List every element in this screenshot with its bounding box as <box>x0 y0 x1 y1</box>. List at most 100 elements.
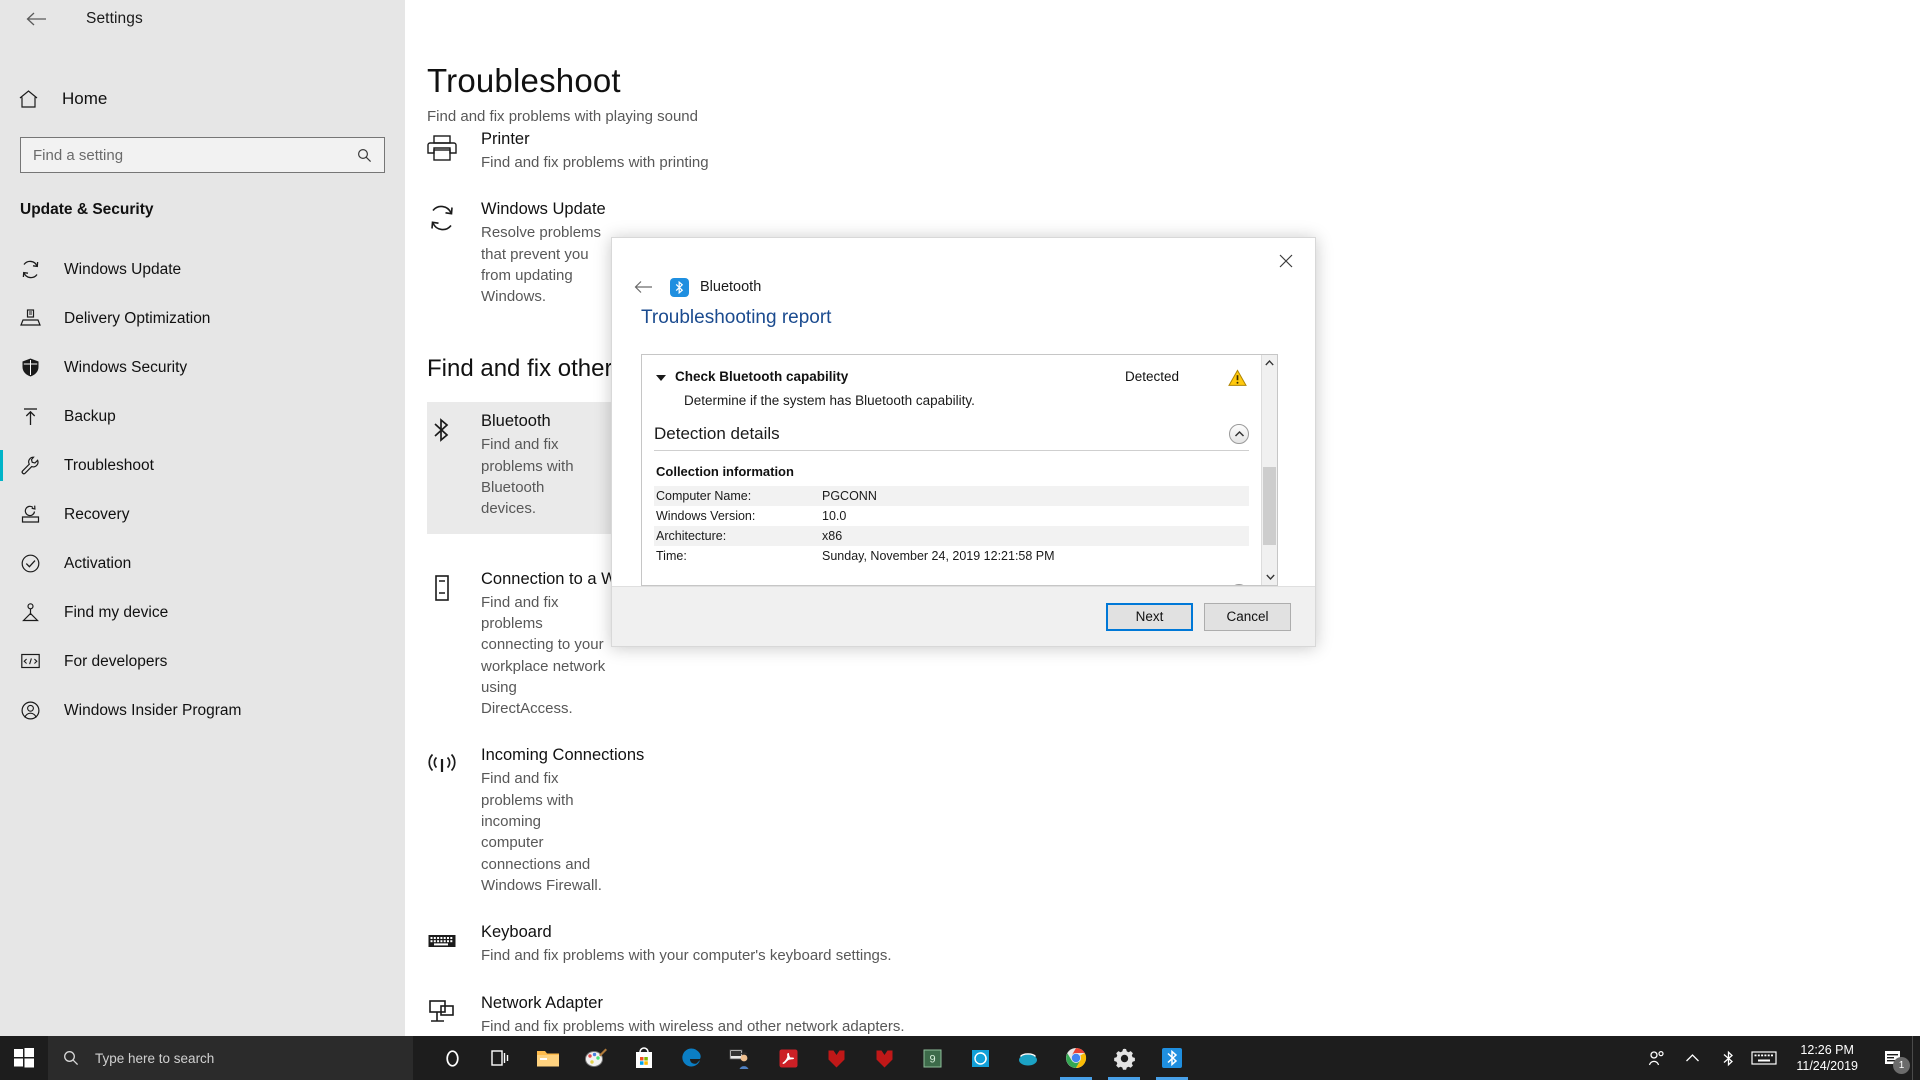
troubleshooter-name: Incoming Connections <box>481 746 645 765</box>
sidebar-item-label: For developers <box>64 652 168 670</box>
troubleshooter-name: Printer <box>481 130 530 148</box>
people-icon[interactable] <box>1638 1036 1674 1080</box>
green-nine-icon[interactable]: 9 <box>908 1036 956 1080</box>
start-button[interactable] <box>0 1036 48 1080</box>
acrobat-icon[interactable] <box>764 1036 812 1080</box>
svg-text:9: 9 <box>929 1053 935 1065</box>
sidebar-item-find-my-device[interactable]: Find my device <box>0 588 405 637</box>
clock-time: 12:26 PM <box>1800 1043 1854 1057</box>
troubleshooter-item-network-adapter[interactable]: Network Adapter Find and fix problems wi… <box>427 994 1187 1036</box>
table-row: Windows Version: 10.0 <box>654 506 1249 526</box>
chevron-up-icon[interactable] <box>1674 1036 1710 1080</box>
back-arrow-icon[interactable] <box>14 2 58 36</box>
blue-swirl-icon[interactable] <box>956 1036 1004 1080</box>
broadcast-icon <box>427 746 481 896</box>
mcafee-icon[interactable] <box>812 1036 860 1080</box>
troubleshooter-desc: Find and fix problems with printing <box>481 154 709 171</box>
task-view-icon[interactable] <box>476 1036 524 1080</box>
troubleshooter-item-bluetooth[interactable]: Bluetooth Find and fix problems with Blu… <box>427 402 619 534</box>
teal-app-icon[interactable] <box>1004 1036 1052 1080</box>
sidebar-item-home[interactable]: Home <box>0 78 405 120</box>
detection-details-header[interactable]: Detection details <box>654 424 1249 451</box>
bluetooth-tray-icon[interactable] <box>1710 1036 1746 1080</box>
check-row[interactable]: Check Bluetooth capability Detected <box>654 369 1249 387</box>
sidebar-item-label: Activation <box>64 554 132 572</box>
sidebar-item-delivery-optimization[interactable]: Delivery Optimization <box>0 294 405 343</box>
sidebar-item-for-developers[interactable]: For developers <box>0 637 405 686</box>
bluetooth-icon <box>670 277 689 297</box>
row-key: Windows Version: <box>656 509 756 523</box>
clock-date: 11/24/2019 <box>1796 1059 1858 1073</box>
troubleshooter-name: Windows Update <box>481 200 606 219</box>
scroll-up-arrow-icon[interactable] <box>1262 355 1277 371</box>
sidebar-item-label: Find my device <box>64 603 169 621</box>
troubleshooter-desc: Find and fix problems connecting to your… <box>481 593 606 718</box>
dialog-body: Troubleshooting report Check Bluetooth c… <box>612 296 1315 586</box>
sidebar-item-label: Backup <box>64 407 116 425</box>
mcafee-icon-2[interactable] <box>860 1036 908 1080</box>
sidebar-item-windows-update[interactable]: Windows Update <box>0 245 405 294</box>
search-icon[interactable] <box>357 148 384 163</box>
sidebar-item-windows-security[interactable]: Windows Security <box>0 343 405 392</box>
row-key: Time: <box>656 549 687 563</box>
sidebar-item-activation[interactable]: Activation <box>0 539 405 588</box>
taskbar-search[interactable]: Type here to search <box>48 1036 413 1080</box>
window-title: Settings <box>86 10 143 27</box>
troubleshooter-item-keyboard[interactable]: Keyboard Find and fix problems with your… <box>427 923 1187 966</box>
scrollbar-thumb[interactable] <box>1263 467 1276 545</box>
printer-icon <box>427 130 481 173</box>
wrench-icon <box>20 455 58 476</box>
dialog-app-name: Bluetooth <box>700 279 762 295</box>
table-row: Architecture: x86 <box>654 526 1249 546</box>
row-value: x86 <box>820 526 1249 546</box>
title-bar: Settings <box>0 0 405 38</box>
chevron-down-icon[interactable] <box>1229 584 1249 585</box>
bluetooth-taskbar-icon[interactable] <box>1148 1036 1196 1080</box>
cancel-button[interactable]: Cancel <box>1204 602 1291 631</box>
publisher-details-header[interactable]: Publisher details <box>654 584 1249 585</box>
cortana-icon[interactable] <box>428 1036 476 1080</box>
taskbar: Type here to search 9 12:26 PM 11/24/201… <box>0 1036 1920 1080</box>
caret-down-icon[interactable] <box>656 375 666 381</box>
dialog-close-icon[interactable] <box>1263 244 1309 278</box>
sidebar-item-troubleshoot[interactable]: Troubleshoot <box>0 441 405 490</box>
troubleshooter-desc: Find and fix problems with Bluetooth dev… <box>481 436 574 518</box>
notification-icon[interactable]: 1 <box>1872 1036 1912 1080</box>
sidebar-item-windows-insider-program[interactable]: Windows Insider Program <box>0 686 405 735</box>
troubleshooter-item-printer[interactable]: Printer Find and fix problems with print… <box>427 130 1187 173</box>
troubleshooter-item-incoming-connections[interactable]: Incoming Connections Find and fix proble… <box>427 746 1187 896</box>
section-title: Detection details <box>654 424 780 443</box>
show-desktop-button[interactable] <box>1912 1036 1920 1080</box>
taskbar-app-icons: 9 <box>428 1036 1196 1080</box>
table-row: Time: Sunday, November 24, 2019 12:21:58… <box>654 546 1249 566</box>
warning-icon <box>1227 369 1249 387</box>
table-row: Computer Name: PGCONN <box>654 486 1249 506</box>
settings-gear-icon[interactable] <box>1100 1036 1148 1080</box>
store-icon[interactable] <box>620 1036 668 1080</box>
chrome-icon[interactable] <box>1052 1036 1100 1080</box>
chevron-up-icon[interactable] <box>1229 424 1249 444</box>
home-icon <box>18 89 54 109</box>
bluetooth-icon <box>427 412 481 519</box>
file-explorer-icon[interactable] <box>524 1036 572 1080</box>
sidebar-item-recovery[interactable]: Recovery <box>0 490 405 539</box>
scroll-down-arrow-icon[interactable] <box>1262 569 1278 585</box>
next-button[interactable]: Next <box>1106 602 1193 631</box>
troubleshooter-desc: Find and fix problems with wireless and … <box>481 1017 905 1035</box>
selection-indicator <box>0 450 3 481</box>
refresh-icon <box>20 259 58 280</box>
sidebar-item-backup[interactable]: Backup <box>0 392 405 441</box>
search-input[interactable] <box>21 146 357 164</box>
report-scrollbar[interactable] <box>1261 355 1277 585</box>
teamviewer-icon[interactable] <box>716 1036 764 1080</box>
edge-icon[interactable] <box>668 1036 716 1080</box>
touch-keyboard-icon[interactable] <box>1746 1036 1782 1080</box>
taskbar-clock[interactable]: 12:26 PM 11/24/2019 <box>1782 1042 1872 1074</box>
paint-icon[interactable] <box>572 1036 620 1080</box>
device-icon <box>427 570 481 720</box>
refresh-icon <box>427 200 481 307</box>
locate-icon <box>20 602 58 623</box>
sidebar-item-label: Windows Update <box>64 260 182 278</box>
search-box[interactable] <box>20 137 385 173</box>
row-value: Sunday, November 24, 2019 12:21:58 PM <box>822 549 1055 563</box>
